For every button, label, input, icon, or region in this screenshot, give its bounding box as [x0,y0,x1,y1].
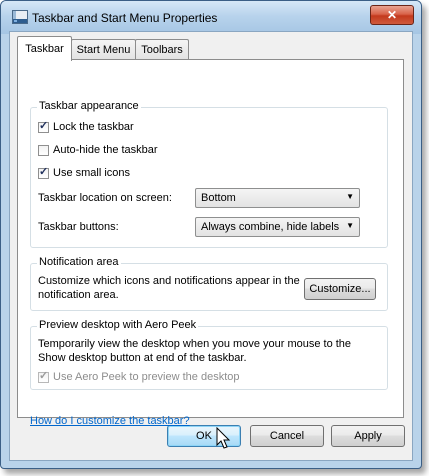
select-value: Bottom [201,192,236,204]
help-link[interactable]: How do I customize the taskbar? [30,415,190,427]
aero-peek-checkbox[interactable]: ✓ Use Aero Peek to preview the desktop [38,369,240,383]
tab-taskbar[interactable]: Taskbar [17,36,72,61]
tab-page-taskbar: Taskbar appearance ✓ Lock the taskbar Au… [17,59,404,427]
checkbox-label: Lock the taskbar [53,121,134,133]
checkbox-box[interactable]: ✓ [38,369,49,383]
taskbar-buttons-select[interactable]: Always combine, hide labels ▼ [195,217,360,237]
button-label: OK [196,430,212,442]
dialog-window: Taskbar and Start Menu Properties ✕ Task… [0,0,422,469]
taskbar-appearance-group: Taskbar appearance ✓ Lock the taskbar Au… [30,100,388,248]
taskbar-properties-icon [12,10,28,24]
notification-description-line2: notification area. [38,289,119,301]
checkmark-icon: ✓ [39,119,49,132]
notification-area-group: Notification area Customize which icons … [30,256,388,311]
small-icons-checkbox[interactable]: ✓ Use small icons [38,165,131,179]
tab-start-menu[interactable]: Start Menu [71,39,136,60]
tab-toolbars[interactable]: Toolbars [135,39,189,60]
checkbox-box[interactable]: ✓ [38,165,49,179]
title-bar[interactable]: Taskbar and Start Menu Properties ✕ [1,1,421,34]
button-label: Cancel [269,430,305,442]
aero-peek-group: Preview desktop with Aero Peek Temporari… [30,319,388,390]
tab-label: Toolbars [141,44,183,56]
auto-hide-checkbox[interactable]: Auto-hide the taskbar [38,144,158,156]
tab-label: Taskbar [25,43,64,55]
checkmark-icon: ✓ [39,165,49,178]
lock-taskbar-checkbox[interactable]: ✓ Lock the taskbar [38,119,134,133]
peek-description-line2: Show desktop button at end of the taskba… [38,352,247,364]
dialog-body: Taskbar Start Menu Toolbars Taskbar appe… [9,31,413,461]
mouse-pointer-icon [216,427,231,449]
checkbox-box[interactable]: ✓ [38,119,49,133]
checkbox-label: Auto-hide the taskbar [53,144,158,156]
tab-label: Start Menu [76,44,131,56]
peek-description-line1: Temporarily view the desktop when you mo… [38,338,352,350]
close-button[interactable]: ✕ [370,5,414,25]
taskbar-buttons-label: Taskbar buttons: [38,221,119,233]
cancel-button[interactable]: Cancel [250,425,324,447]
apply-button[interactable]: Apply [331,425,405,447]
location-label: Taskbar location on screen: [38,192,172,204]
location-select[interactable]: Bottom ▼ [195,188,360,208]
notification-description-line1: Customize which icons and notifications … [38,275,300,287]
button-label: Apply [354,430,382,442]
customize-button[interactable]: Customize... [304,278,376,300]
select-value: Always combine, hide labels [201,221,340,233]
checkmark-icon: ✓ [39,369,49,382]
group-title: Notification area [37,256,121,268]
window-title: Taskbar and Start Menu Properties [32,11,218,25]
close-icon: ✕ [386,8,398,22]
checkbox-label: Use small icons [53,167,131,179]
group-title: Taskbar appearance [37,100,141,112]
chevron-down-icon: ▼ [346,221,354,230]
group-title: Preview desktop with Aero Peek [37,319,199,331]
chevron-down-icon: ▼ [346,192,354,201]
button-label: Customize... [309,283,371,295]
checkbox-label: Use Aero Peek to preview the desktop [53,371,240,383]
checkbox-box[interactable] [38,144,49,156]
